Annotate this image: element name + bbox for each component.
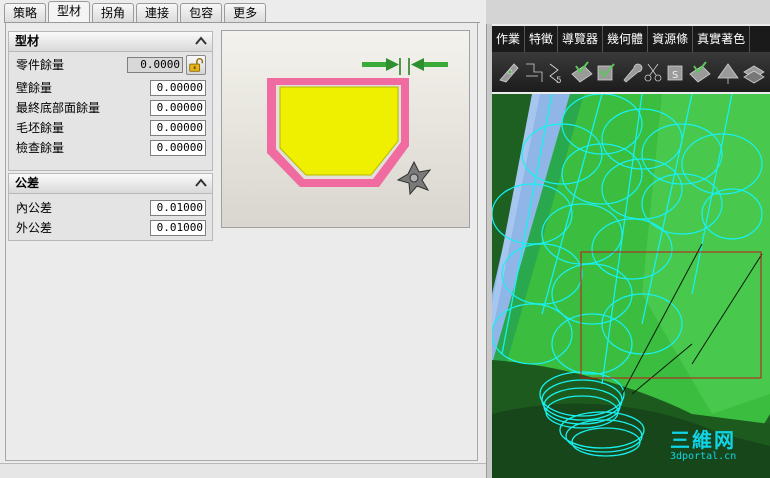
blank-stock-row: 毛坯餘量 0.00000 <box>9 118 212 138</box>
check-geometry-icon[interactable] <box>571 61 593 83</box>
menu-features[interactable]: 特徵 <box>525 26 559 52</box>
watermark-logo: 三維网 3dportal.cn <box>670 424 736 462</box>
check-stock-row: 檢查餘量 0.00000 <box>9 138 212 158</box>
cad-titlebar <box>486 0 770 24</box>
tolerance-section: 公差 內公差 0.01000 外公差 0.01000 <box>8 173 213 241</box>
accept-icon[interactable] <box>689 61 711 83</box>
scissors-icon[interactable] <box>644 63 662 82</box>
stock-section-header[interactable]: 型材 <box>9 32 212 52</box>
wall-stock-input[interactable]: 0.00000 <box>150 80 206 96</box>
toolpath-icon[interactable] <box>499 63 519 83</box>
wrench-icon[interactable] <box>623 63 643 83</box>
menu-navigator[interactable]: 導覽器 <box>558 26 604 52</box>
part-stock-row: 零件餘量 0.0000 <box>9 52 212 78</box>
milling-cutter-icon <box>396 160 432 196</box>
part-stock-input[interactable]: 0.0000 <box>127 57 183 73</box>
intol-row: 內公差 0.01000 <box>9 198 212 218</box>
app-root: 策略 型材 拐角 連接 包容 更多 型材 零件餘量 0.0000 壁餘量 0.0… <box>0 0 770 478</box>
floor-stock-input[interactable]: 0.00000 <box>150 100 206 116</box>
check-stock-input[interactable]: 0.00000 <box>150 140 206 156</box>
verify-icon[interactable] <box>597 63 615 81</box>
arrow-left-icon <box>411 58 448 71</box>
tolerance-section-header[interactable]: 公差 <box>9 174 212 194</box>
cad-menubar: 作業 特徵 導覽器 幾何體 資源條 真實著色 <box>492 26 770 52</box>
graphics-viewport[interactable]: 三維网 3dportal.cn <box>492 94 770 478</box>
outtol-row: 外公差 0.01000 <box>9 218 212 238</box>
intol-label: 內公差 <box>16 201 53 215</box>
toolbar-icons: 5 S <box>499 61 765 86</box>
floor-stock-row: 最終底部面餘量 0.00000 <box>9 98 212 118</box>
intol-input[interactable]: 0.01000 <box>150 200 206 216</box>
watermark-url: 3dportal.cn <box>670 451 737 462</box>
watermark-title: 三維网 <box>670 428 736 452</box>
blank-stock-label: 毛坯餘量 <box>16 121 65 135</box>
tab-stock[interactable]: 型材 <box>48 1 91 22</box>
menu-geometry[interactable]: 幾何體 <box>603 26 649 52</box>
tab-strategy[interactable]: 策略 <box>4 3 47 22</box>
tab-corners[interactable]: 拐角 <box>92 3 135 22</box>
lock-toggle-button[interactable] <box>186 55 206 75</box>
tab-more[interactable]: 更多 <box>224 3 267 22</box>
floor-stock-label: 最終底部面餘量 <box>16 101 101 115</box>
operation-dialog: 策略 型材 拐角 連接 包容 更多 型材 零件餘量 0.0000 壁餘量 0.0… <box>0 0 486 478</box>
arrow-right-icon <box>362 58 399 71</box>
arrow-tool-icon[interactable] <box>717 63 739 84</box>
menu-operations[interactable]: 作業 <box>492 26 526 52</box>
blank-stock-input[interactable]: 0.00000 <box>150 120 206 136</box>
stock-icon[interactable]: S <box>667 65 683 81</box>
layers-icon[interactable] <box>743 65 765 84</box>
svg-text:5: 5 <box>556 76 562 86</box>
zigzag-icon[interactable]: 5 <box>549 63 562 86</box>
cad-window: 作業 特徵 導覽器 幾何體 資源條 真實著色 5 S 三維网 3dportal.… <box>486 0 770 478</box>
profile-icon[interactable] <box>526 63 543 82</box>
toolpath-scene <box>492 94 770 478</box>
tab-connections[interactable]: 連接 <box>136 3 179 22</box>
stock-section: 型材 零件餘量 0.0000 壁餘量 0.00000 最終底部面餘量 0.000… <box>8 31 213 171</box>
lock-open-icon <box>189 58 204 72</box>
stock-section-title: 型材 <box>15 34 40 48</box>
wall-stock-row: 壁餘量 0.00000 <box>9 78 212 98</box>
part-stock-label: 零件餘量 <box>16 58 65 72</box>
tab-bar: 策略 型材 拐角 連接 包容 更多 <box>4 1 268 23</box>
outtol-label: 外公差 <box>16 221 53 235</box>
outtol-input[interactable]: 0.01000 <box>150 220 206 236</box>
tab-containment[interactable]: 包容 <box>180 3 223 22</box>
cad-toolbar: 5 S <box>492 52 770 92</box>
menu-true-shading[interactable]: 真實著色 <box>693 26 751 52</box>
status-strip <box>0 463 486 478</box>
tolerance-section-title: 公差 <box>15 176 40 190</box>
check-stock-label: 檢查餘量 <box>16 141 65 155</box>
stock-preview-image <box>221 30 470 228</box>
menu-resource-bar[interactable]: 資源條 <box>648 26 694 52</box>
chevron-up-icon[interactable] <box>193 33 209 49</box>
svg-text:S: S <box>672 70 678 81</box>
preview-graphic <box>267 58 448 196</box>
chevron-up-icon[interactable] <box>193 175 209 191</box>
wall-stock-label: 壁餘量 <box>16 81 53 95</box>
